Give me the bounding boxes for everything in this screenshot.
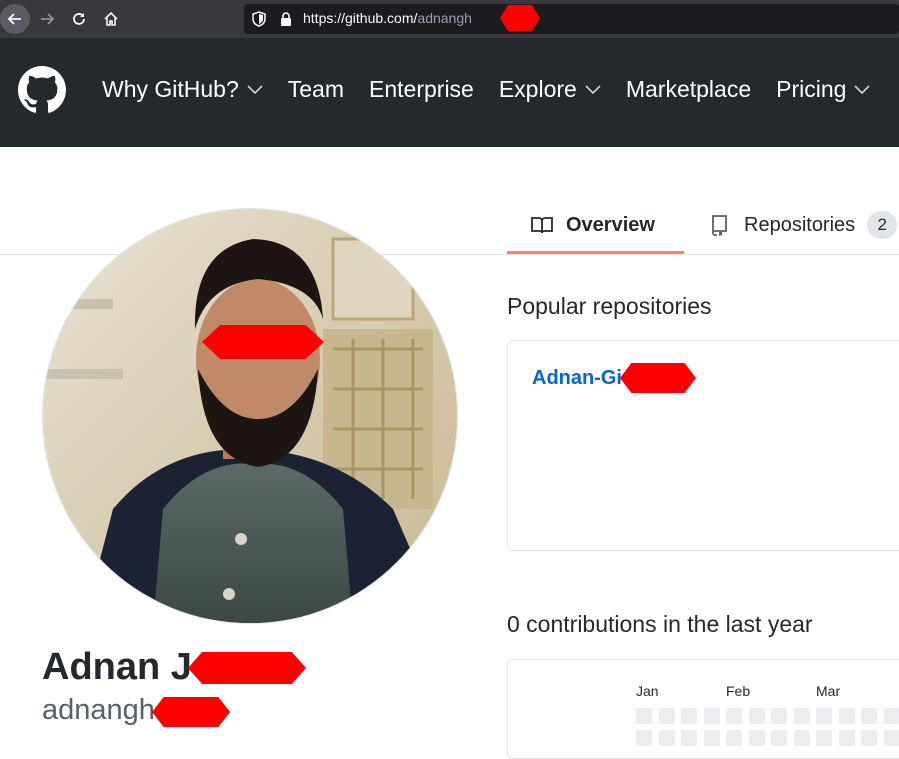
nav-label: Marketplace [626,76,751,103]
redaction-mark [152,697,230,727]
avatar-photo [43,209,458,624]
contribution-cell[interactable] [839,708,855,724]
main-nav: Why GitHub? Team Enterprise Explore Mark… [102,76,895,103]
url-text: https://github.com/adnangh [303,10,472,26]
nav-pricing[interactable]: Pricing [776,76,870,103]
nav-label: Why GitHub? [102,76,239,103]
contribution-cell[interactable] [794,708,810,724]
contribution-cell[interactable] [884,708,899,724]
contribution-cell[interactable] [704,730,720,746]
contribution-cell[interactable] [636,730,652,746]
lock-icon[interactable] [280,12,292,26]
nav-enterprise[interactable]: Enterprise [369,76,474,103]
arrow-left-icon [7,11,23,27]
contribution-cell[interactable] [771,730,787,746]
repositories-counter: 2 [867,211,897,239]
tab-overview[interactable]: Overview [507,196,684,254]
contribution-cell[interactable] [704,708,720,724]
contribution-cell[interactable] [636,708,652,724]
tab-label: Repositories [744,214,855,237]
arrow-right-icon [39,11,55,27]
url-path: adnangh [417,10,472,26]
nav-label: Pricing [776,76,846,103]
contributions-title: 0 contributions in the last year [507,611,813,638]
nav-marketplace[interactable]: Marketplace [626,76,751,103]
redaction-mark [620,363,696,393]
month-label: Mar [816,683,840,699]
profile-username: adnangh [42,694,155,727]
repo-icon [708,213,732,237]
url-host: https://github.com/ [303,10,417,26]
contribution-cell[interactable] [681,708,697,724]
contribution-cell[interactable] [659,708,675,724]
contribution-cell[interactable] [681,730,697,746]
month-label: Feb [726,683,750,699]
home-button[interactable] [99,7,123,31]
active-tab-indicator [507,251,684,254]
contribution-cell[interactable] [794,730,810,746]
chevron-down-icon [854,85,870,95]
redaction-mark [188,652,306,684]
back-button[interactable] [0,4,30,34]
url-bar[interactable]: https://github.com/adnangh [244,4,899,34]
nav-explore[interactable]: Explore [499,76,601,103]
nav-team[interactable]: Team [288,76,344,103]
chevron-down-icon [585,85,601,95]
chevron-down-icon [247,85,263,95]
popular-repositories-title: Popular repositories [507,293,712,320]
shield-icon[interactable] [252,11,266,27]
home-icon [103,11,119,27]
contribution-cell[interactable] [861,730,877,746]
contribution-cell[interactable] [839,730,855,746]
browser-toolbar: https://github.com/adnangh [0,0,899,38]
repo-link[interactable]: Adnan-Gi [532,367,622,390]
reload-button[interactable] [67,7,91,31]
nav-label: Explore [499,76,577,103]
tab-label: Overview [566,214,655,237]
profile-fullname: Adnan J [42,646,192,689]
contribution-cell[interactable] [861,708,877,724]
avatar[interactable] [42,208,458,624]
month-label: Jan [636,683,659,699]
contribution-cell[interactable] [884,730,899,746]
contribution-cell[interactable] [771,708,787,724]
contribution-cell[interactable] [816,730,832,746]
nav-label: Enterprise [369,76,474,103]
contribution-cell[interactable] [726,730,742,746]
contribution-cell[interactable] [749,730,765,746]
contribution-cell[interactable] [659,730,675,746]
contribution-cell[interactable] [726,708,742,724]
github-logo-icon[interactable] [18,66,66,114]
nav-why-github[interactable]: Why GitHub? [102,76,263,103]
reload-icon [71,11,87,27]
redaction-mark [202,325,324,359]
redaction-mark [500,5,540,31]
contribution-cell[interactable] [749,708,765,724]
repo-card: Adnan-Gi [507,340,899,551]
forward-button[interactable] [35,7,59,31]
book-icon [530,213,554,237]
contribution-cell[interactable] [816,708,832,724]
nav-label: Team [288,76,344,103]
tab-repositories[interactable]: Repositories 2 [708,196,897,254]
